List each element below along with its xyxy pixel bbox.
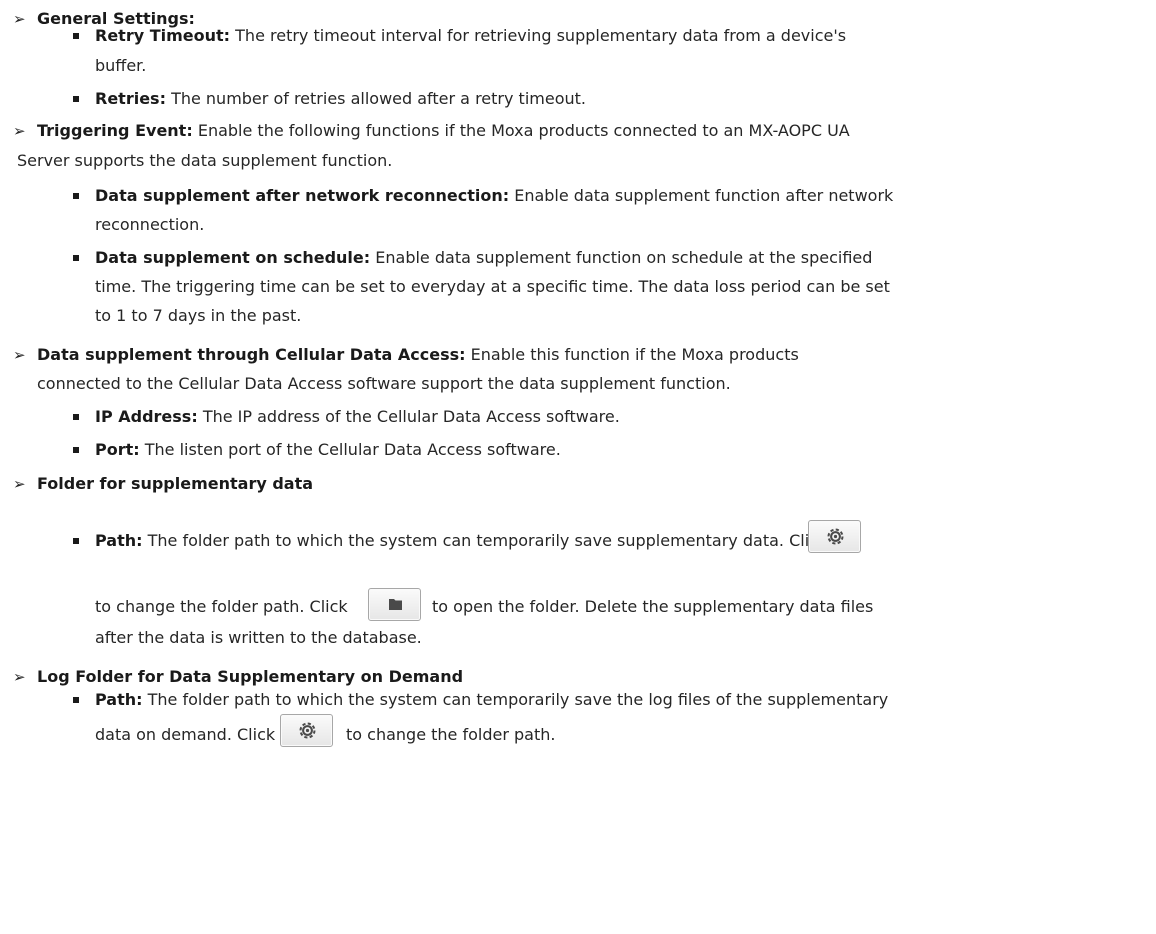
ip-address-label: IP Address: — [95, 407, 198, 426]
change-log-folder-button[interactable] — [280, 714, 333, 747]
folder-path-line-2b: to open the folder. Delete the supplemen… — [432, 597, 874, 616]
square-bullet-icon — [73, 193, 79, 199]
section-cellular: Data supplement through Cellular Data Ac… — [37, 345, 799, 364]
folder-path-line-2: to change the folder path. Click — [95, 597, 348, 616]
schedule-text-cont: time. The triggering time can be set to … — [95, 277, 890, 296]
arrow-bullet-icon: ➢ — [13, 668, 26, 686]
square-bullet-icon — [73, 697, 79, 703]
section-title-cellular: Data supplement through Cellular Data Ac… — [37, 345, 466, 364]
port-item: Port: The listen port of the Cellular Da… — [95, 440, 561, 459]
log-path-label: Path: — [95, 690, 143, 709]
gear-icon — [827, 528, 844, 545]
triggering-text-cont: Server supports the data supplement func… — [17, 151, 393, 170]
retries-label: Retries: — [95, 89, 166, 108]
cellular-text-cont: connected to the Cellular Data Access so… — [37, 374, 731, 393]
ip-address-item: IP Address: The IP address of the Cellul… — [95, 407, 620, 426]
schedule-item: Data supplement on schedule: Enable data… — [95, 248, 873, 267]
change-folder-button[interactable] — [808, 520, 861, 553]
log-path-item: Path: The folder path to which the syste… — [95, 690, 889, 709]
log-path-line-2: data on demand. Click — [95, 725, 276, 744]
folder-icon — [389, 599, 402, 610]
folder-path-item: Path: The folder path to which the syste… — [95, 531, 828, 550]
retry-timeout-item: Retry Timeout: The retry timeout interva… — [95, 26, 847, 45]
arrow-bullet-icon: ➢ — [13, 346, 26, 364]
section-title-triggering: Triggering Event: — [37, 121, 193, 140]
section-title-log-folder: Log Folder for Data Supplementary on Dem… — [37, 667, 464, 686]
square-bullet-icon — [73, 538, 79, 544]
reconnection-label: Data supplement after network reconnecti… — [95, 186, 510, 205]
document-page: ➢ General Settings: Retry Timeout: The r… — [0, 0, 1156, 934]
retry-timeout-text-cont: buffer. — [95, 56, 147, 75]
square-bullet-icon — [73, 414, 79, 420]
schedule-label: Data supplement on schedule: — [95, 248, 371, 267]
folder-path-label: Path: — [95, 531, 143, 550]
arrow-bullet-icon: ➢ — [13, 122, 26, 140]
square-bullet-icon — [73, 447, 79, 453]
arrow-bullet-icon: ➢ — [13, 10, 26, 28]
port-label: Port: — [95, 440, 140, 459]
retry-timeout-label: Retry Timeout: — [95, 26, 231, 45]
log-path-line-2b: to change the folder path. — [346, 725, 556, 744]
square-bullet-icon — [73, 33, 79, 39]
gear-icon — [299, 722, 316, 739]
retries-item: Retries: The number of retries allowed a… — [95, 89, 586, 108]
reconnection-item: Data supplement after network reconnecti… — [95, 186, 894, 205]
schedule-text-cont-2: to 1 to 7 days in the past. — [95, 306, 302, 325]
square-bullet-icon — [73, 255, 79, 261]
open-folder-button[interactable] — [368, 588, 421, 621]
arrow-bullet-icon: ➢ — [13, 475, 26, 493]
square-bullet-icon — [73, 96, 79, 102]
section-title-folder: Folder for supplementary data — [37, 474, 314, 493]
section-triggering: Triggering Event: Enable the following f… — [37, 121, 850, 140]
reconnection-text-cont: reconnection. — [95, 215, 205, 234]
folder-path-text-cont: after the data is written to the databas… — [95, 628, 422, 647]
